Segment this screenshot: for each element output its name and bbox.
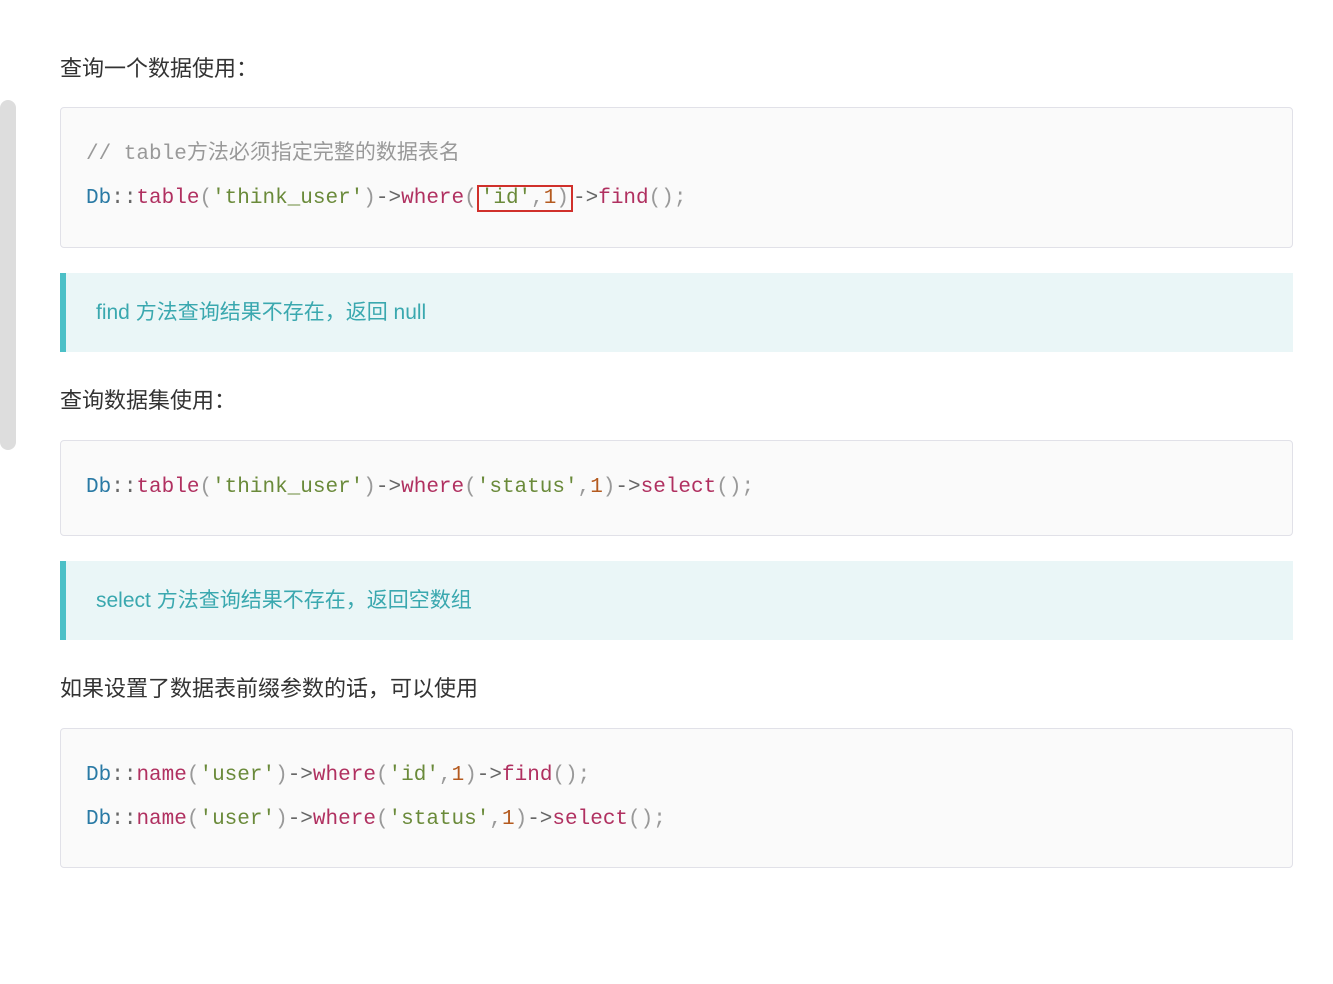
code-method-select: select [641, 476, 717, 499]
code-comma: , [489, 808, 502, 831]
code-method-where: where [313, 808, 376, 831]
code-semi: ; [578, 764, 591, 787]
code-lparen: ( [464, 476, 477, 499]
code-rparen: ) [565, 764, 578, 787]
code-arrow: -> [288, 808, 313, 831]
code-rparen: ) [363, 476, 376, 499]
code-lparen: ( [376, 808, 389, 831]
code-rparen: ) [464, 764, 477, 787]
code-method-name: name [136, 808, 186, 831]
code-dcolon: :: [111, 808, 136, 831]
code-class: Db [86, 764, 111, 787]
code-lparen: ( [628, 808, 641, 831]
code-number: 1 [544, 187, 557, 210]
code-rparen: ) [275, 808, 288, 831]
code-method-where: where [313, 764, 376, 787]
code-rparen: ) [603, 476, 616, 499]
code-string-table: 'think_user' [212, 187, 363, 210]
code-number: 1 [502, 808, 515, 831]
code-comma: , [578, 476, 591, 499]
code-semi: ; [741, 476, 754, 499]
code-dcolon: :: [111, 187, 136, 210]
code-arrow: -> [615, 476, 640, 499]
code-arrow: -> [288, 764, 313, 787]
code-comma: , [439, 764, 452, 787]
code-lparen: ( [716, 476, 729, 499]
code-rparen: ) [661, 187, 674, 210]
code-class: Db [86, 476, 111, 499]
code-string-id: 'id' [389, 764, 439, 787]
code-lparen: ( [199, 476, 212, 499]
code-arrow: -> [477, 764, 502, 787]
code-number: 1 [452, 764, 465, 787]
code-method-table: table [136, 187, 199, 210]
code-lparen: ( [552, 764, 565, 787]
code-number: 1 [590, 476, 603, 499]
code-arrow: -> [573, 187, 598, 210]
code-dcolon: :: [111, 764, 136, 787]
code-method-name: name [136, 764, 186, 787]
code-lparen: ( [199, 187, 212, 210]
code-dcolon: :: [111, 476, 136, 499]
code-comment: // table方法必须指定完整的数据表名 [86, 143, 460, 166]
code-rparen: ) [363, 187, 376, 210]
code-string-status: 'status' [389, 808, 490, 831]
code-rparen: ) [556, 187, 569, 210]
code-string-id: 'id' [481, 187, 531, 210]
paragraph-prefix: 如果设置了数据表前缀参数的话，可以使用 [60, 670, 1293, 707]
code-string-table: 'think_user' [212, 476, 363, 499]
note-find-null: find 方法查询结果不存在，返回 null [60, 273, 1293, 353]
code-lparen: ( [376, 764, 389, 787]
code-method-table: table [136, 476, 199, 499]
scrollbar-thumb[interactable] [0, 100, 16, 450]
code-string-user: 'user' [199, 764, 275, 787]
code-lparen: ( [649, 187, 662, 210]
code-method-where: where [401, 476, 464, 499]
code-lparen: ( [187, 764, 200, 787]
code-method-where: where [401, 187, 464, 210]
code-rparen: ) [641, 808, 654, 831]
code-string-user: 'user' [199, 808, 275, 831]
code-block-select: Db::table('think_user')->where('status',… [60, 440, 1293, 536]
code-method-select: select [552, 808, 628, 831]
code-semi: ; [653, 808, 666, 831]
code-method-find: find [502, 764, 552, 787]
code-block-name: Db::name('user')->where('id',1)->find();… [60, 728, 1293, 868]
code-class: Db [86, 187, 111, 210]
code-method-find: find [598, 187, 648, 210]
code-block-find: // table方法必须指定完整的数据表名 Db::table('think_u… [60, 107, 1293, 247]
code-lparen: ( [187, 808, 200, 831]
code-string-status: 'status' [477, 476, 578, 499]
code-comma: , [531, 187, 544, 210]
note-select-empty: select 方法查询结果不存在，返回空数组 [60, 561, 1293, 641]
code-class: Db [86, 808, 111, 831]
code-semi: ; [674, 187, 687, 210]
document-content: 查询一个数据使用： // table方法必须指定完整的数据表名 Db::tabl… [60, 50, 1293, 868]
paragraph-query-set: 查询数据集使用： [60, 382, 1293, 419]
code-arrow: -> [376, 187, 401, 210]
paragraph-query-one: 查询一个数据使用： [60, 50, 1293, 87]
code-arrow: -> [527, 808, 552, 831]
code-rparen: ) [729, 476, 742, 499]
code-rparen: ) [275, 764, 288, 787]
code-rparen: ) [515, 808, 528, 831]
code-lparen: ( [464, 187, 477, 210]
highlight-box: 'id',1) [477, 185, 573, 212]
code-arrow: -> [376, 476, 401, 499]
